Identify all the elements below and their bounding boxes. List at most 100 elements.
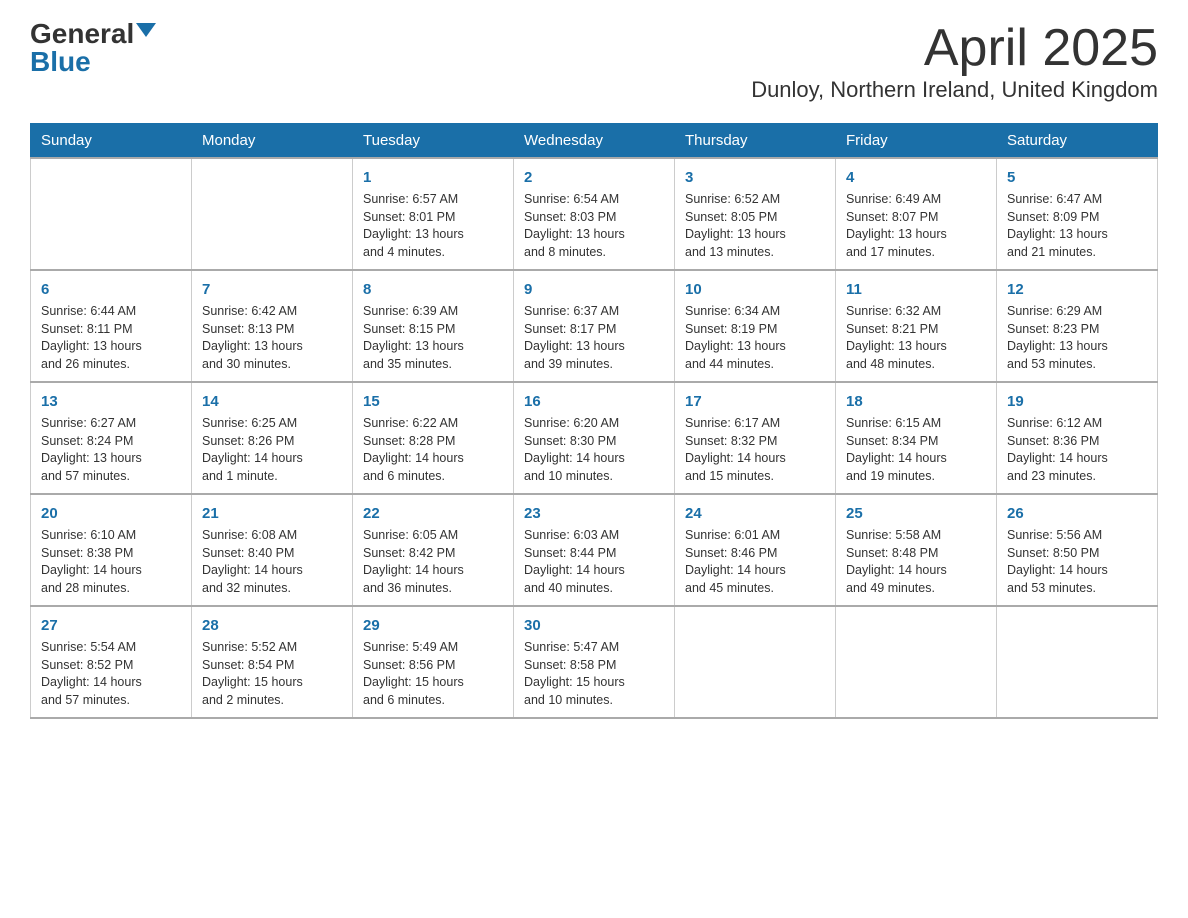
day-info: Sunrise: 6:12 AM Sunset: 8:36 PM Dayligh… [1007,415,1147,485]
calendar-cell: 23Sunrise: 6:03 AM Sunset: 8:44 PM Dayli… [514,494,675,606]
day-number: 22 [363,503,503,524]
day-number: 19 [1007,391,1147,412]
day-number: 25 [846,503,986,524]
calendar-cell: 11Sunrise: 6:32 AM Sunset: 8:21 PM Dayli… [836,270,997,382]
day-number: 18 [846,391,986,412]
calendar-cell: 29 Sunrise: 5:49 AM Sunset: 8:56 PM Dayli… [353,606,514,718]
day-info: Sunrise: 6:42 AM Sunset: 8:13 PM Dayligh… [202,303,342,373]
day-info: Sunrise: 6:47 AM Sunset: 8:09 PM Dayligh… [1007,191,1147,261]
day-number: 24 [685,503,825,524]
day-number: 26 [1007,503,1147,524]
day-info: Sunrise: 6:29 AM Sunset: 8:23 PM Dayligh… [1007,303,1147,373]
calendar-cell: 16Sunrise: 6:20 AM Sunset: 8:30 PM Dayli… [514,382,675,494]
calendar-week-row: 20 Sunrise: 6:10 AM Sunset: 8:38 PM Dayli… [31,494,1158,606]
day-number: 13 [41,391,181,412]
calendar-week-row: 1Sunrise: 6:57 AM Sunset: 8:01 PM Daylig… [31,158,1158,270]
calendar-cell: 17Sunrise: 6:17 AM Sunset: 8:32 PM Dayli… [675,382,836,494]
day-info: Sunrise: 6:15 AM Sunset: 8:34 PM Dayligh… [846,415,986,485]
day-number: 1 [363,167,503,188]
calendar-cell: 30 Sunrise: 5:47 AM Sunset: 8:58 PM Dayli… [514,606,675,718]
calendar-cell: 5 Sunrise: 6:47 AM Sunset: 8:09 PM Daylig… [997,158,1158,270]
calendar-cell: 21 Sunrise: 6:08 AM Sunset: 8:40 PM Dayli… [192,494,353,606]
calendar-cell: 14 Sunrise: 6:25 AM Sunset: 8:26 PM Dayli… [192,382,353,494]
calendar-cell [31,158,192,270]
month-title: April 2025 [751,20,1158,77]
calendar-cell: 24 Sunrise: 6:01 AM Sunset: 8:46 PM Dayli… [675,494,836,606]
day-number: 9 [524,279,664,300]
day-info: Sunrise: 6:44 AM Sunset: 8:11 PM Dayligh… [41,303,181,373]
day-number: 21 [202,503,342,524]
calendar-cell: 6 Sunrise: 6:44 AM Sunset: 8:11 PM Daylig… [31,270,192,382]
title-section: April 2025 Dunloy, Northern Ireland, Uni… [751,20,1158,103]
day-info: Sunrise: 6:10 AM Sunset: 8:38 PM Dayligh… [41,527,181,597]
calendar-header-monday: Monday [192,124,353,159]
day-info: Sunrise: 6:01 AM Sunset: 8:46 PM Dayligh… [685,527,825,597]
calendar-header-thursday: Thursday [675,124,836,159]
calendar-cell: 15 Sunrise: 6:22 AM Sunset: 8:28 PM Dayli… [353,382,514,494]
calendar-week-row: 6 Sunrise: 6:44 AM Sunset: 8:11 PM Daylig… [31,270,1158,382]
day-number: 4 [846,167,986,188]
calendar-cell: 25 Sunrise: 5:58 AM Sunset: 8:48 PM Dayli… [836,494,997,606]
day-info: Sunrise: 6:52 AM Sunset: 8:05 PM Dayligh… [685,191,825,261]
calendar-header-saturday: Saturday [997,124,1158,159]
calendar-cell: 8 Sunrise: 6:39 AM Sunset: 8:15 PM Daylig… [353,270,514,382]
day-info: Sunrise: 6:34 AM Sunset: 8:19 PM Dayligh… [685,303,825,373]
calendar-header-row: SundayMondayTuesdayWednesdayThursdayFrid… [31,124,1158,159]
page-header: General Blue April 2025 Dunloy, Northern… [30,20,1158,103]
logo-triangle-icon [136,23,156,37]
calendar-cell: 3 Sunrise: 6:52 AM Sunset: 8:05 PM Daylig… [675,158,836,270]
day-info: Sunrise: 6:39 AM Sunset: 8:15 PM Dayligh… [363,303,503,373]
calendar-cell: 10 Sunrise: 6:34 AM Sunset: 8:19 PM Dayli… [675,270,836,382]
day-info: Sunrise: 5:52 AM Sunset: 8:54 PM Dayligh… [202,639,342,709]
logo-general-text: General [30,20,134,48]
location-title: Dunloy, Northern Ireland, United Kingdom [751,77,1158,103]
day-info: Sunrise: 6:22 AM Sunset: 8:28 PM Dayligh… [363,415,503,485]
day-number: 29 [363,615,503,636]
calendar-header-tuesday: Tuesday [353,124,514,159]
day-number: 5 [1007,167,1147,188]
day-number: 3 [685,167,825,188]
day-number: 23 [524,503,664,524]
day-info: Sunrise: 5:56 AM Sunset: 8:50 PM Dayligh… [1007,527,1147,597]
day-number: 15 [363,391,503,412]
day-number: 27 [41,615,181,636]
day-number: 8 [363,279,503,300]
calendar-cell: 27 Sunrise: 5:54 AM Sunset: 8:52 PM Dayli… [31,606,192,718]
calendar-cell: 2Sunrise: 6:54 AM Sunset: 8:03 PM Daylig… [514,158,675,270]
calendar-cell: 7 Sunrise: 6:42 AM Sunset: 8:13 PM Daylig… [192,270,353,382]
day-number: 30 [524,615,664,636]
calendar-cell: 18 Sunrise: 6:15 AM Sunset: 8:34 PM Dayli… [836,382,997,494]
day-info: Sunrise: 6:32 AM Sunset: 8:21 PM Dayligh… [846,303,986,373]
day-info: Sunrise: 6:37 AM Sunset: 8:17 PM Dayligh… [524,303,664,373]
day-info: Sunrise: 6:17 AM Sunset: 8:32 PM Dayligh… [685,415,825,485]
day-info: Sunrise: 6:05 AM Sunset: 8:42 PM Dayligh… [363,527,503,597]
day-info: Sunrise: 6:49 AM Sunset: 8:07 PM Dayligh… [846,191,986,261]
day-number: 6 [41,279,181,300]
calendar-cell [192,158,353,270]
calendar-cell: 26 Sunrise: 5:56 AM Sunset: 8:50 PM Dayli… [997,494,1158,606]
calendar-header-sunday: Sunday [31,124,192,159]
day-number: 28 [202,615,342,636]
calendar-cell: 19 Sunrise: 6:12 AM Sunset: 8:36 PM Dayli… [997,382,1158,494]
calendar-week-row: 27 Sunrise: 5:54 AM Sunset: 8:52 PM Dayli… [31,606,1158,718]
calendar-cell [675,606,836,718]
day-info: Sunrise: 5:49 AM Sunset: 8:56 PM Dayligh… [363,639,503,709]
day-info: Sunrise: 5:54 AM Sunset: 8:52 PM Dayligh… [41,639,181,709]
day-info: Sunrise: 6:08 AM Sunset: 8:40 PM Dayligh… [202,527,342,597]
calendar-cell: 9 Sunrise: 6:37 AM Sunset: 8:17 PM Daylig… [514,270,675,382]
calendar-cell: 28 Sunrise: 5:52 AM Sunset: 8:54 PM Dayli… [192,606,353,718]
logo-blue-text: Blue [30,48,91,76]
day-number: 7 [202,279,342,300]
day-info: Sunrise: 6:54 AM Sunset: 8:03 PM Dayligh… [524,191,664,261]
day-info: Sunrise: 6:20 AM Sunset: 8:30 PM Dayligh… [524,415,664,485]
day-info: Sunrise: 5:58 AM Sunset: 8:48 PM Dayligh… [846,527,986,597]
calendar-cell: 12Sunrise: 6:29 AM Sunset: 8:23 PM Dayli… [997,270,1158,382]
day-info: Sunrise: 6:25 AM Sunset: 8:26 PM Dayligh… [202,415,342,485]
day-number: 14 [202,391,342,412]
calendar-cell: 20 Sunrise: 6:10 AM Sunset: 8:38 PM Dayli… [31,494,192,606]
day-number: 20 [41,503,181,524]
calendar-week-row: 13Sunrise: 6:27 AM Sunset: 8:24 PM Dayli… [31,382,1158,494]
day-info: Sunrise: 5:47 AM Sunset: 8:58 PM Dayligh… [524,639,664,709]
day-number: 10 [685,279,825,300]
calendar-cell: 1Sunrise: 6:57 AM Sunset: 8:01 PM Daylig… [353,158,514,270]
